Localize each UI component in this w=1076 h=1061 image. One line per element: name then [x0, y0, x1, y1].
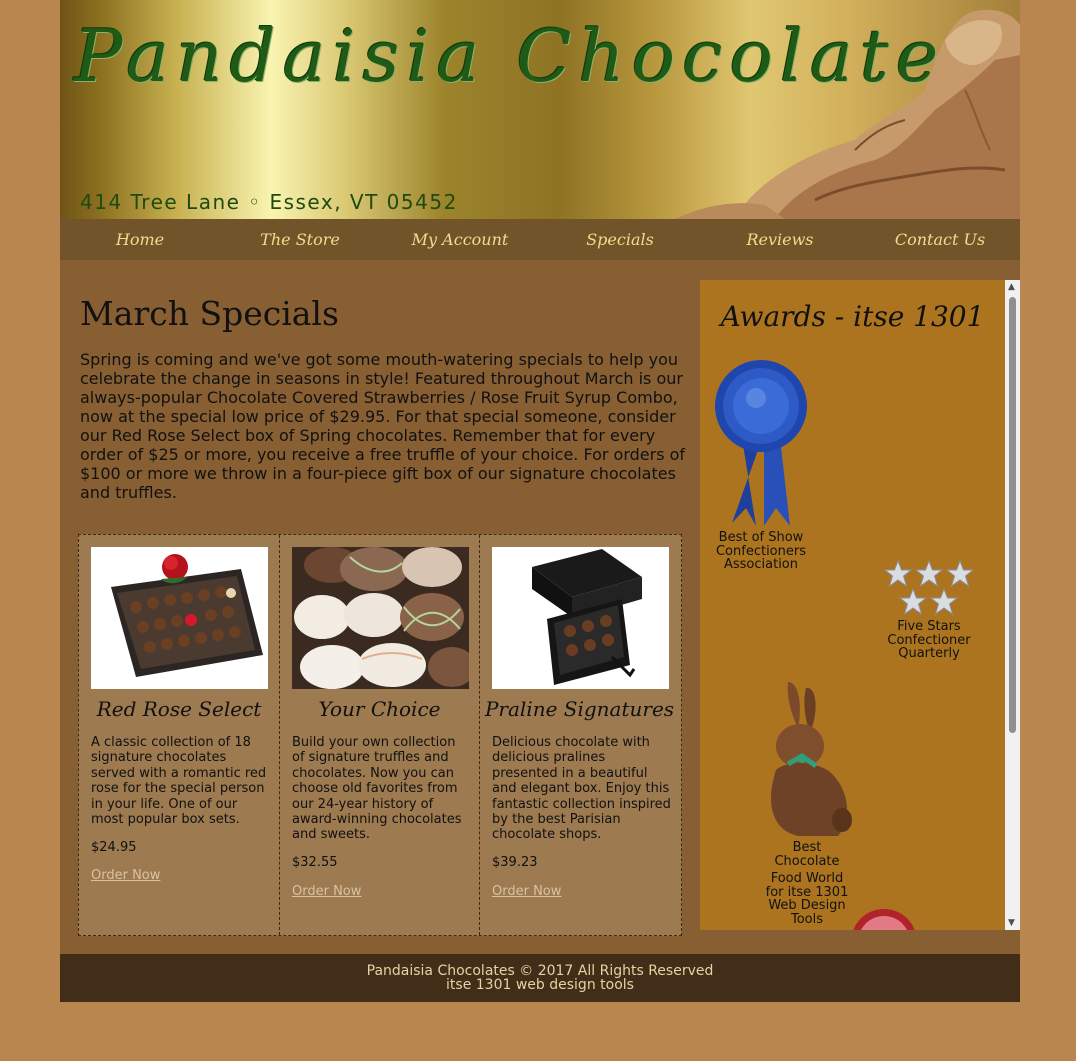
order-now-link[interactable]: Order Now	[91, 868, 160, 883]
product-image-praline	[492, 547, 669, 689]
product-name: Red Rose Select	[96, 697, 262, 721]
chocolate-bunny-icon	[771, 682, 852, 836]
product-card: Red Rose Select A classic collection of …	[79, 535, 279, 935]
product-image-your-choice	[292, 547, 469, 689]
scroll-up-arrow-icon[interactable]: ▲	[1008, 282, 1015, 292]
footer-copyright: Pandaisia Chocolates © 2017 All Rights R…	[366, 963, 714, 979]
main-nav: Home The Store My Account Specials Revie…	[60, 219, 1020, 260]
product-card: Your Choice Build your own collection of…	[279, 535, 479, 935]
nav-home[interactable]: Home	[60, 219, 220, 260]
product-description: Build your own collection of signature t…	[292, 735, 462, 843]
main-content: March Specials Spring is coming and we'v…	[60, 260, 700, 954]
nav-contact-us[interactable]: Contact Us	[860, 219, 1020, 260]
scroll-thumb[interactable]	[1009, 297, 1016, 733]
sidebar-title: Awards - itse 1301	[720, 300, 985, 333]
award-five-stars: Five Stars Confectioner Quarterly	[887, 619, 971, 661]
product-price: $39.23	[492, 855, 538, 870]
scroll-down-arrow-icon[interactable]: ▼	[1008, 918, 1015, 928]
product-price: $24.95	[91, 840, 137, 855]
sidebar-scrollbar[interactable]: ▲ ▼	[1005, 280, 1020, 930]
nav-reviews[interactable]: Reviews	[700, 219, 860, 260]
product-card: Praline Signatures Delicious chocolate w…	[479, 535, 679, 935]
site-address: 414 Tree Lane ◦ Essex, VT 05452	[80, 190, 458, 214]
product-name: Your Choice	[318, 697, 441, 721]
five-stars-icon	[883, 560, 975, 616]
order-now-link[interactable]: Order Now	[292, 884, 361, 899]
award-best-of-show: Best of Show Confectioners Association	[715, 530, 806, 572]
footer-credit: itse 1301 web design tools	[446, 977, 634, 993]
product-price: $32.55	[292, 855, 338, 870]
page-title: March Specials	[80, 294, 339, 333]
product-grid: Red Rose Select A classic collection of …	[78, 534, 682, 936]
awards-sidebar[interactable]: Awards - itse 1301 Best of Show Confecti…	[700, 280, 1020, 930]
footer: Pandaisia Chocolates © 2017 All Rights R…	[60, 954, 1020, 1002]
nav-specials[interactable]: Specials	[540, 219, 700, 260]
order-now-link[interactable]: Order Now	[492, 884, 561, 899]
product-name: Praline Signatures	[484, 697, 675, 721]
statue-image	[675, 9, 1020, 219]
product-image-red-rose	[91, 547, 268, 689]
intro-paragraph: Spring is coming and we've got some mout…	[80, 350, 686, 502]
header-banner: Pandaisia Chocolates 414 Tree Lane ◦ Ess…	[60, 0, 1020, 219]
award-seal-icon	[853, 909, 915, 930]
nav-my-account[interactable]: My Account	[380, 219, 540, 260]
page-container: Pandaisia Chocolates 414 Tree Lane ◦ Ess…	[60, 0, 1020, 1002]
product-description: A classic collection of 18 signature cho…	[91, 735, 267, 828]
product-description: Delicious chocolate with delicious prali…	[492, 735, 671, 843]
blue-ribbon-icon	[715, 360, 807, 526]
nav-the-store[interactable]: The Store	[220, 219, 380, 260]
